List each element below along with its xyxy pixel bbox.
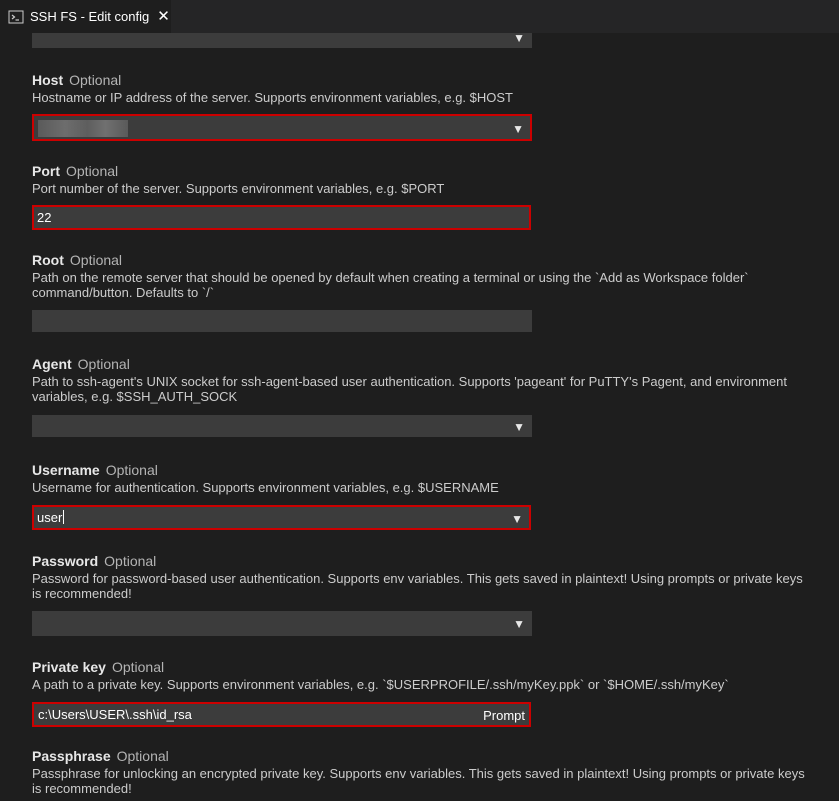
- password-description: Password for password-based user authent…: [32, 571, 803, 601]
- username-label: Username: [32, 462, 100, 478]
- root-input[interactable]: [32, 310, 532, 332]
- port-input[interactable]: 22: [32, 205, 531, 230]
- passphrase-section: Passphrase Optional Passphrase for unlock…: [32, 748, 822, 796]
- text-cursor: [63, 510, 65, 524]
- password-label: Password: [32, 553, 99, 569]
- host-description: Hostname or IP address of the server. Su…: [32, 90, 513, 105]
- private-key-description: A path to a private key. Supports enviro…: [32, 677, 729, 692]
- private-key-value: c:\Users\USER\.ssh\id_rsa: [38, 707, 192, 722]
- port-description: Port number of the server. Supports envi…: [32, 181, 445, 196]
- username-value: user: [37, 510, 63, 525]
- host-optional-tag: Optional: [69, 72, 122, 88]
- port-label: Port: [32, 163, 60, 179]
- password-input[interactable]: ▼: [32, 611, 532, 636]
- agent-description: Path to ssh-agent's UNIX socket for ssh-…: [32, 374, 787, 404]
- agent-input[interactable]: ▼: [32, 415, 532, 437]
- port-optional-tag: Optional: [66, 163, 119, 179]
- chevron-down-icon[interactable]: ▼: [513, 616, 525, 632]
- agent-label: Agent: [32, 356, 72, 372]
- host-section: Host Optional Hostname or IP address of t…: [32, 72, 822, 105]
- agent-optional-tag: Optional: [77, 356, 130, 372]
- private-key-section: Private key Optional A path to a private …: [32, 659, 822, 692]
- username-section: Username Optional Username for authentica…: [32, 462, 822, 495]
- password-section: Password Optional Password for password-b…: [32, 553, 822, 601]
- agent-section: Agent Optional Path to ssh-agent's UNIX s…: [32, 356, 822, 404]
- username-input[interactable]: user ▼: [32, 505, 531, 530]
- password-optional-tag: Optional: [104, 553, 157, 569]
- port-section: Port Optional Port number of the server. …: [32, 163, 822, 196]
- root-label: Root: [32, 252, 64, 268]
- passphrase-description: Passphrase for unlocking an encrypted pr…: [32, 766, 805, 796]
- chevron-down-icon[interactable]: ▼: [513, 419, 525, 435]
- close-icon[interactable]: ✕: [157, 9, 170, 24]
- host-input[interactable]: ▼: [32, 114, 532, 141]
- chevron-down-icon: ▼: [513, 33, 525, 45]
- redacted-host-value: [38, 120, 128, 137]
- passphrase-label: Passphrase: [32, 748, 111, 764]
- private-key-optional-tag: Optional: [111, 659, 165, 675]
- private-key-input[interactable]: c:\Users\USER\.ssh\id_rsa Prompt: [32, 702, 531, 727]
- tab-ssh-fs-edit-config[interactable]: SSH FS - Edit config ✕: [0, 0, 171, 33]
- root-description: Path on the remote server that should be…: [32, 270, 749, 300]
- root-optional-tag: Optional: [69, 252, 123, 268]
- username-description: Username for authentication. Supports en…: [32, 480, 499, 495]
- username-optional-tag: Optional: [105, 462, 158, 478]
- config-form: ▼ Host Optional Hostname or IP address of…: [0, 33, 839, 801]
- tab-title: SSH FS - Edit config: [30, 9, 150, 24]
- tab-bar: SSH FS - Edit config ✕: [0, 0, 839, 33]
- prompt-button[interactable]: Prompt: [483, 708, 525, 723]
- previous-field-dropdown[interactable]: ▼: [32, 33, 532, 48]
- root-section: Root Optional Path on the remote server t…: [32, 252, 822, 300]
- private-key-label: Private key: [32, 659, 106, 675]
- port-value: 22: [37, 210, 52, 225]
- host-label: Host: [32, 72, 64, 88]
- passphrase-optional-tag: Optional: [116, 748, 169, 764]
- chevron-down-icon[interactable]: ▼: [512, 121, 524, 137]
- terminal-icon: [8, 10, 24, 23]
- chevron-down-icon[interactable]: ▼: [511, 511, 523, 527]
